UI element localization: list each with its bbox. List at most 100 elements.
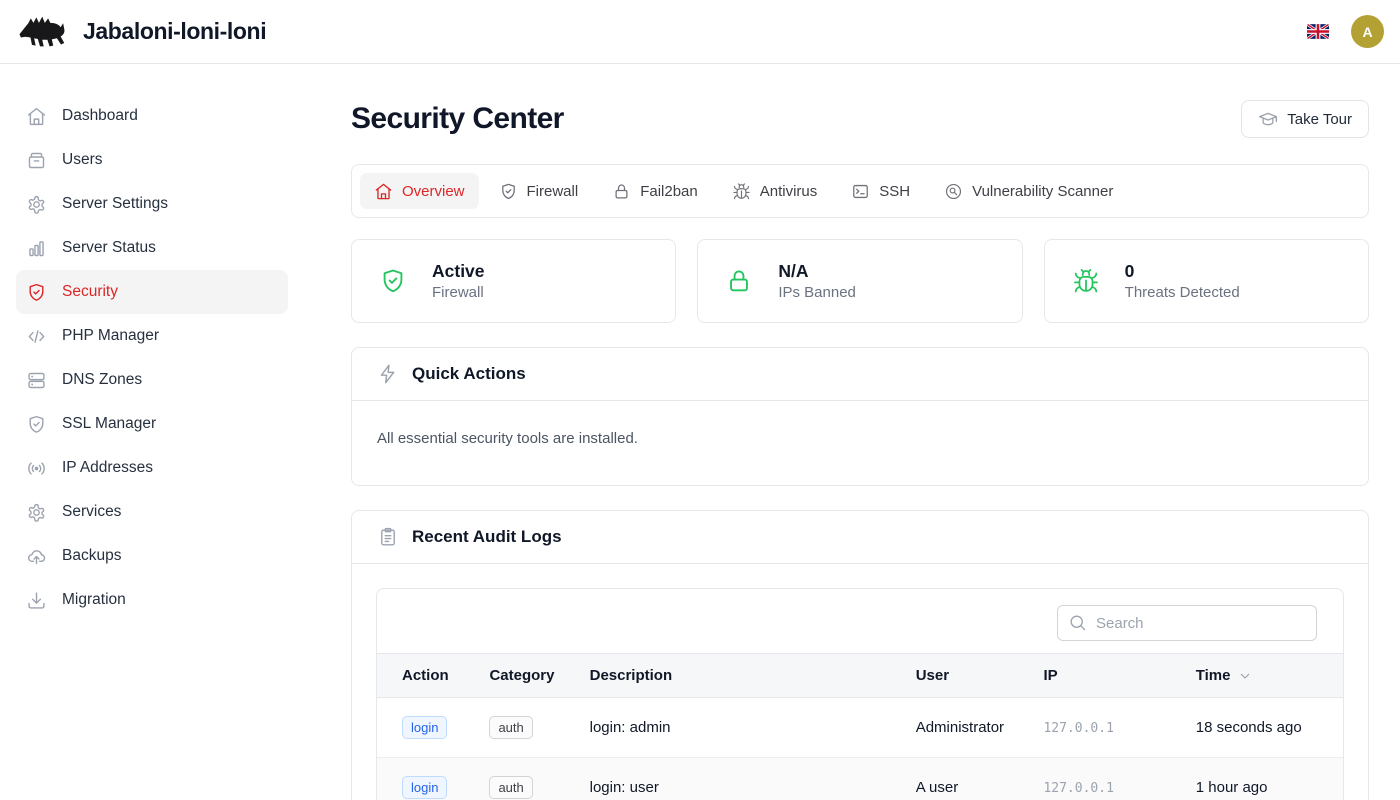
category-badge[interactable]: auth [489, 716, 532, 739]
chevron-down-icon[interactable] [1237, 668, 1253, 684]
firewall-status-card: Active Firewall [351, 239, 676, 323]
stat-value: N/A [778, 261, 856, 283]
search-input[interactable] [1057, 605, 1317, 641]
sidebar: Dashboard Users Server Settings Server S… [0, 64, 304, 800]
tab-label: Overview [402, 183, 465, 200]
lock-icon [612, 182, 631, 201]
drawer-icon [26, 150, 47, 171]
terminal-icon [851, 182, 870, 201]
sidebar-item-php-manager[interactable]: PHP Manager [16, 314, 288, 358]
audit-logs-table: Action Category Description User IP Time [377, 653, 1343, 800]
sidebar-item-label: Backups [62, 547, 121, 565]
sidebar-item-label: Services [62, 503, 121, 521]
sidebar-item-label: Users [62, 151, 102, 169]
audit-logs-title: Recent Audit Logs [412, 527, 562, 547]
code-icon [26, 326, 47, 347]
boar-logo-icon [18, 14, 65, 50]
sidebar-item-server-settings[interactable]: Server Settings [16, 182, 288, 226]
sidebar-item-label: IP Addresses [62, 459, 153, 477]
sidebar-item-services[interactable]: Services [16, 490, 288, 534]
tab-vulnerability-scanner[interactable]: Vulnerability Scanner [930, 173, 1127, 209]
page-title: Security Center [351, 102, 564, 136]
action-badge[interactable]: login [402, 716, 447, 739]
user-cell: A user [916, 758, 1044, 800]
gear-icon [26, 194, 47, 215]
sidebar-item-label: PHP Manager [62, 327, 159, 345]
take-tour-button[interactable]: Take Tour [1241, 100, 1369, 138]
home-icon [26, 106, 47, 127]
column-header-category: Category [489, 654, 589, 698]
sidebar-item-security[interactable]: Security [16, 270, 288, 314]
take-tour-label: Take Tour [1287, 111, 1352, 128]
tab-label: Antivirus [760, 183, 818, 200]
stat-value: 0 [1125, 261, 1240, 283]
table-header-row: Action Category Description User IP Time [377, 654, 1343, 698]
search-icon [1068, 613, 1087, 632]
scanner-icon [944, 182, 963, 201]
sidebar-item-label: SSL Manager [62, 415, 156, 433]
sidebar-item-ssl-manager[interactable]: SSL Manager [16, 402, 288, 446]
tab-overview[interactable]: Overview [360, 173, 479, 209]
shield-check-icon [26, 282, 47, 303]
brand[interactable]: Jabaloni-loni-loni [18, 14, 266, 50]
column-header-ip: IP [1043, 654, 1195, 698]
stat-value: Active [432, 261, 485, 283]
description-cell: login: user [590, 758, 916, 800]
sidebar-item-ip-addresses[interactable]: IP Addresses [16, 446, 288, 490]
broadcast-icon [26, 458, 47, 479]
bar-chart-icon [26, 238, 47, 259]
bug-icon [1072, 267, 1100, 295]
sidebar-item-dns-zones[interactable]: DNS Zones [16, 358, 288, 402]
user-avatar[interactable]: A [1351, 15, 1384, 48]
time-cell: 18 seconds ago [1196, 698, 1343, 758]
app-title: Jabaloni-loni-loni [83, 18, 266, 45]
status-cards: Active Firewall N/A IPs Banned 0 Threats… [351, 239, 1369, 323]
ip-cell: 127.0.0.1 [1043, 781, 1113, 796]
audit-logs-card: Recent Audit Logs Action Cat [351, 510, 1369, 800]
server-stack-icon [26, 370, 47, 391]
category-badge[interactable]: auth [489, 776, 532, 799]
sidebar-item-dashboard[interactable]: Dashboard [16, 94, 288, 138]
lock-icon [725, 267, 753, 295]
description-cell: login: admin [590, 698, 916, 758]
clipboard-icon [377, 526, 399, 548]
gear-icon [26, 502, 47, 523]
main-content: Security Center Take Tour Overview Firew… [304, 64, 1400, 800]
shield-check-icon [379, 267, 407, 295]
stat-label: IPs Banned [778, 284, 856, 301]
sidebar-item-server-status[interactable]: Server Status [16, 226, 288, 270]
sidebar-item-label: Server Settings [62, 195, 168, 213]
column-header-time-label: Time [1196, 667, 1231, 684]
column-header-time[interactable]: Time [1196, 654, 1343, 698]
tab-ssh[interactable]: SSH [837, 173, 924, 209]
threats-detected-card: 0 Threats Detected [1044, 239, 1369, 323]
shield-check-icon [26, 414, 47, 435]
ips-banned-card: N/A IPs Banned [697, 239, 1022, 323]
sidebar-item-label: Migration [62, 591, 126, 609]
quick-actions-message: All essential security tools are install… [376, 425, 1344, 461]
shield-check-icon [499, 182, 518, 201]
cloud-upload-icon [26, 546, 47, 567]
user-cell: Administrator [916, 698, 1044, 758]
tab-firewall[interactable]: Firewall [485, 173, 593, 209]
home-icon [374, 182, 393, 201]
tab-label: SSH [879, 183, 910, 200]
sidebar-item-label: Security [62, 283, 118, 301]
table-row: login auth login: user A user 127.0.0.1 … [377, 758, 1343, 800]
stat-label: Threats Detected [1125, 284, 1240, 301]
tab-label: Vulnerability Scanner [972, 183, 1113, 200]
uk-flag-icon[interactable] [1307, 24, 1329, 39]
tab-antivirus[interactable]: Antivirus [718, 173, 832, 209]
sidebar-item-migration[interactable]: Migration [16, 578, 288, 622]
column-header-action: Action [377, 654, 489, 698]
table-row: login auth login: admin Administrator 12… [377, 698, 1343, 758]
column-header-user: User [916, 654, 1044, 698]
bug-icon [732, 182, 751, 201]
tab-fail2ban[interactable]: Fail2ban [598, 173, 712, 209]
audit-logs-table-container: Action Category Description User IP Time [376, 588, 1344, 800]
sidebar-item-label: DNS Zones [62, 371, 142, 389]
action-badge[interactable]: login [402, 776, 447, 799]
download-icon [26, 590, 47, 611]
sidebar-item-backups[interactable]: Backups [16, 534, 288, 578]
sidebar-item-users[interactable]: Users [16, 138, 288, 182]
